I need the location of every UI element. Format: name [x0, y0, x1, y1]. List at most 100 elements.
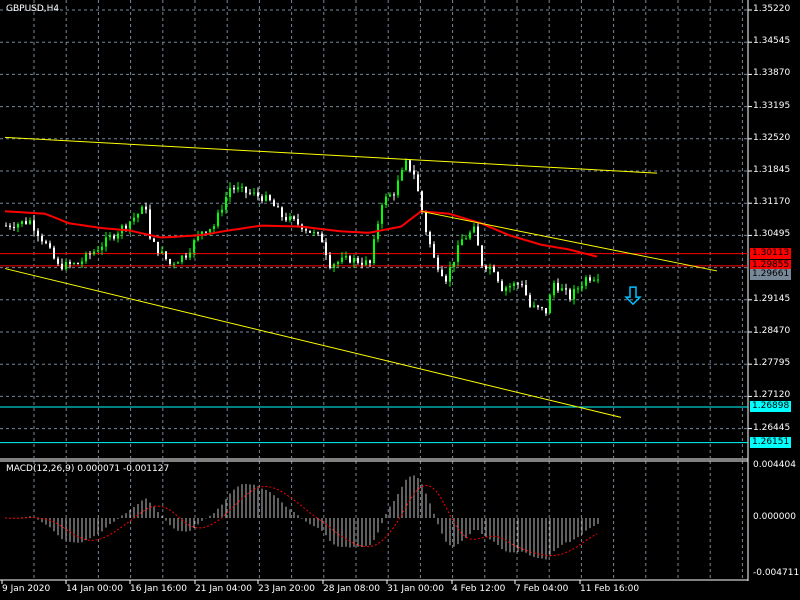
candle-body — [9, 225, 11, 228]
candle-body — [417, 174, 419, 192]
candle-body — [273, 200, 275, 207]
macd-scale-tick: 0.004404 — [753, 460, 796, 470]
candle-body — [185, 255, 187, 258]
candle-body — [169, 259, 171, 264]
candle-body — [365, 260, 367, 265]
candle-body — [293, 216, 295, 219]
candle-body — [521, 284, 523, 286]
candle-body — [517, 283, 519, 285]
candle-body — [265, 195, 267, 201]
candle-body — [141, 206, 143, 214]
candle-body — [481, 245, 483, 266]
candle-body — [493, 266, 495, 273]
candle-body — [473, 226, 475, 233]
candle-body — [81, 261, 83, 265]
candle-body — [241, 186, 243, 188]
candle-body — [173, 263, 175, 265]
price-tick: 1.28470 — [753, 326, 791, 336]
candle-body — [85, 253, 87, 262]
candle-body — [285, 217, 287, 221]
candle-body — [45, 241, 47, 244]
candle-body — [249, 192, 251, 194]
candle-body — [41, 236, 43, 242]
level-price-label: 1.26151 — [750, 436, 792, 448]
candle-body — [453, 261, 455, 268]
candle-body — [549, 295, 551, 314]
candle-body — [497, 272, 499, 282]
candle-body — [61, 263, 63, 270]
candle-body — [589, 277, 591, 281]
candle-body — [421, 191, 423, 212]
candle-body — [93, 251, 95, 255]
candle-body — [97, 250, 99, 252]
candle-body — [489, 266, 491, 270]
candle-body — [409, 160, 411, 171]
candle-body — [165, 251, 167, 260]
candle-body — [349, 256, 351, 263]
candle-body — [329, 255, 331, 268]
candle-body — [437, 257, 439, 270]
candle-body — [333, 264, 335, 268]
candle-body — [281, 207, 283, 218]
candle-body — [585, 277, 587, 286]
candle-body — [565, 288, 567, 290]
candle-body — [317, 232, 319, 234]
candle-body — [505, 287, 507, 291]
candle-body — [425, 211, 427, 233]
candle-body — [33, 220, 35, 231]
time-tick: 14 Jan 00:00 — [66, 584, 123, 594]
price-tick: 1.33870 — [753, 68, 791, 79]
time-tick: 23 Jan 20:00 — [258, 584, 315, 594]
candle-body — [289, 216, 291, 221]
candle-body — [225, 197, 227, 210]
candle-body — [485, 265, 487, 270]
time-tick: 4 Feb 12:00 — [452, 584, 506, 594]
candle-body — [449, 267, 451, 282]
time-tick: 21 Jan 04:00 — [195, 584, 252, 594]
candle-body — [557, 282, 559, 291]
candle-body — [89, 253, 91, 255]
candle-body — [461, 239, 463, 246]
candle-body — [537, 305, 539, 308]
candle-body — [57, 258, 59, 264]
trend-line — [420, 210, 718, 272]
candle-body — [153, 238, 155, 242]
candle-body — [533, 305, 535, 307]
candle-body — [361, 262, 363, 265]
candle-body — [113, 235, 115, 239]
price-tick: 1.34545 — [753, 36, 791, 47]
candle-body — [469, 232, 471, 239]
candle-body — [69, 261, 71, 264]
candle-body — [213, 226, 215, 229]
candle-body — [253, 192, 255, 194]
candle-body — [125, 225, 127, 229]
candle-body — [17, 224, 19, 228]
price-tick: 1.31845 — [753, 165, 791, 175]
candle-body — [209, 228, 211, 233]
time-tick: 31 Jan 00:00 — [387, 584, 444, 594]
candle-body — [433, 244, 435, 258]
candle-body — [309, 230, 311, 233]
price-tick: 1.35220 — [753, 4, 791, 14]
candle-body — [305, 229, 307, 231]
candle-body — [13, 227, 15, 229]
candle-body — [257, 192, 259, 197]
candle-body — [297, 218, 299, 225]
price-chart[interactable] — [0, 0, 800, 600]
candle-body — [101, 246, 103, 251]
candle-body — [245, 186, 247, 193]
price-tick: 1.32520 — [753, 132, 791, 143]
candle-body — [53, 247, 55, 259]
candle-body — [385, 196, 387, 205]
candle-body — [49, 243, 51, 248]
candle-body — [277, 206, 279, 208]
candle-body — [229, 187, 231, 198]
price-tick: 1.33195 — [753, 100, 791, 111]
candle-body — [21, 221, 23, 225]
macd-scale-tick: 0.000000 — [753, 512, 796, 522]
candle-body — [37, 230, 39, 237]
candle-body — [561, 288, 563, 291]
time-tick: 9 Jan 2020 — [2, 584, 51, 594]
price-tick: 1.26445 — [753, 422, 791, 433]
macd-scale-tick: -0.004711 — [753, 568, 800, 578]
